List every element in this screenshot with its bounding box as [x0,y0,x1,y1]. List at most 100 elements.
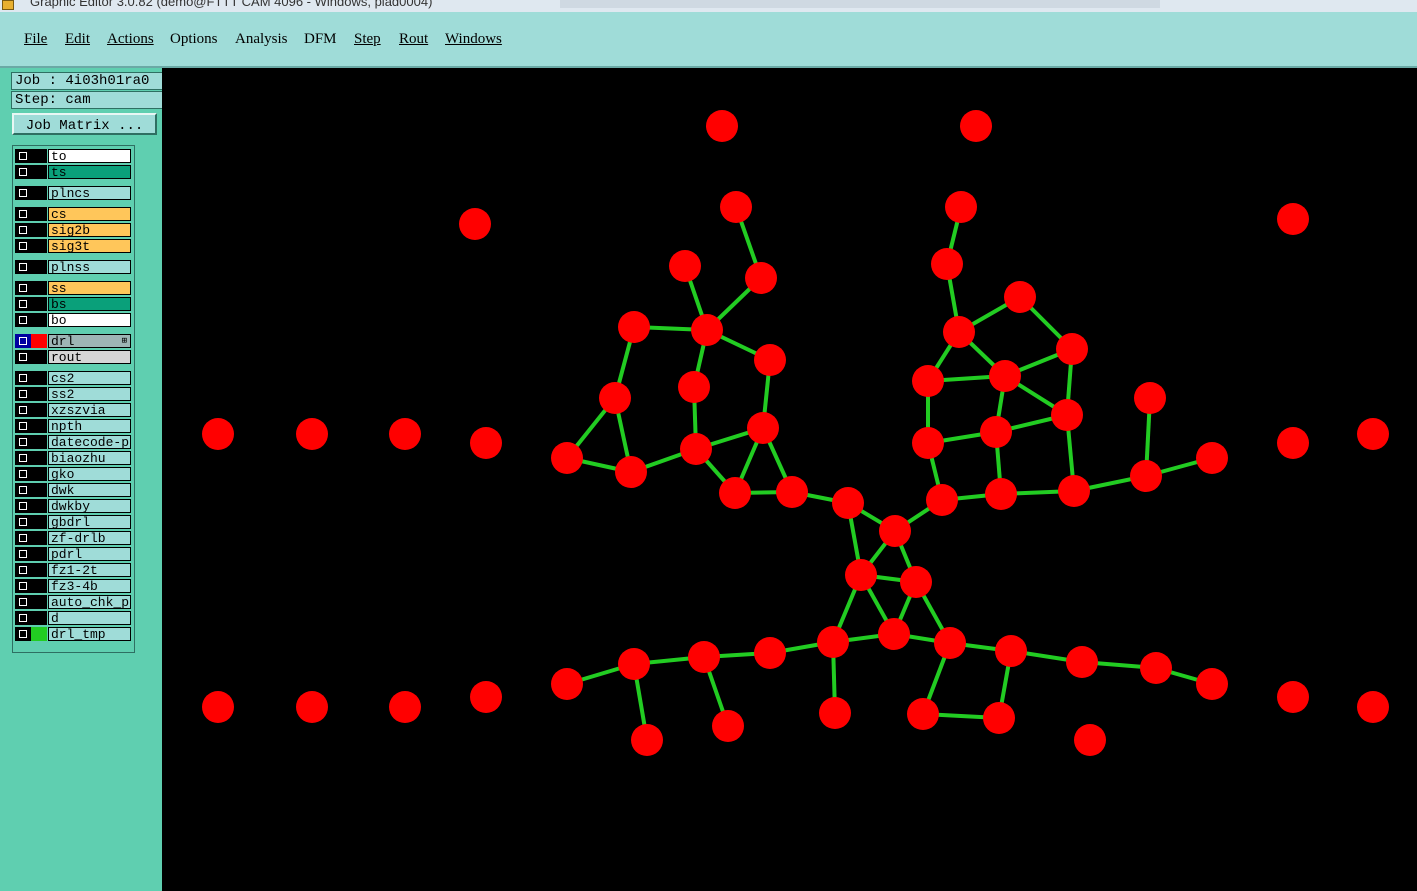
layer-row[interactable]: d [15,611,132,625]
layer-checkbox[interactable] [15,371,31,385]
layer-color-swatch[interactable] [31,165,47,179]
drill-pad[interactable] [989,360,1021,392]
drill-pad[interactable] [1004,281,1036,313]
layer-row[interactable]: fz1-2t [15,563,132,577]
layer-color-swatch[interactable] [31,547,47,561]
drill-pad[interactable] [931,248,963,280]
layer-row[interactable]: cs [15,207,132,221]
drill-pad[interactable] [817,626,849,658]
layer-checkbox[interactable] [15,467,31,481]
layer-name[interactable]: d [48,611,131,625]
layer-row[interactable]: dwkby [15,499,132,513]
drill-pad[interactable] [470,681,502,713]
layer-color-swatch[interactable] [31,483,47,497]
layer-name[interactable]: ss2 [48,387,131,401]
layer-checkbox[interactable] [15,563,31,577]
drill-pad[interactable] [832,487,864,519]
drill-pad[interactable] [754,637,786,669]
layer-name[interactable]: rout [48,350,131,364]
layer-row[interactable]: npth [15,419,132,433]
layer-color-swatch[interactable] [31,350,47,364]
layer-row[interactable]: bs [15,297,132,311]
drill-pad[interactable] [202,691,234,723]
layer-color-swatch[interactable] [31,149,47,163]
layer-color-swatch[interactable] [31,627,47,641]
drill-pad[interactable] [912,427,944,459]
layer-color-swatch[interactable] [31,515,47,529]
layer-color-swatch[interactable] [31,387,47,401]
menu-analysis[interactable]: Analysis [235,31,288,48]
layer-color-swatch[interactable] [31,297,47,311]
menu-step[interactable]: Step [354,31,381,48]
drill-pad[interactable] [1130,460,1162,492]
drill-pad[interactable] [389,418,421,450]
drill-pad[interactable] [678,371,710,403]
drill-pad[interactable] [1134,382,1166,414]
layer-name[interactable]: sig2b [48,223,131,237]
drill-pad[interactable] [1056,333,1088,365]
drill-pad[interactable] [296,691,328,723]
layer-checkbox[interactable] [15,435,31,449]
layer-name[interactable]: ts [48,165,131,179]
layer-name[interactable]: drl ⊞ [48,334,131,348]
drill-pad[interactable] [551,442,583,474]
drill-pad[interactable] [618,648,650,680]
drill-pad[interactable] [983,702,1015,734]
drill-pad[interactable] [900,566,932,598]
graphics-canvas[interactable] [162,68,1417,891]
layer-color-swatch[interactable] [31,611,47,625]
layer-color-swatch[interactable] [31,313,47,327]
layer-name[interactable]: zf-drlb [48,531,131,545]
layer-color-swatch[interactable] [31,499,47,513]
drill-pad[interactable] [618,311,650,343]
layer-checkbox[interactable] [15,186,31,200]
layer-checkbox[interactable] [15,149,31,163]
layer-checkbox[interactable] [15,595,31,609]
layer-color-swatch[interactable] [31,371,47,385]
layer-name[interactable]: sig3t [48,239,131,253]
drill-pad[interactable] [926,484,958,516]
layer-row[interactable]: zf-drlb [15,531,132,545]
drill-pad[interactable] [1058,475,1090,507]
layer-name[interactable]: plncs [48,186,131,200]
drill-pad[interactable] [631,724,663,756]
layer-row[interactable]: auto_chk_pn [15,595,132,609]
drill-pad[interactable] [551,668,583,700]
drill-pad[interactable] [470,427,502,459]
layer-color-swatch[interactable] [31,260,47,274]
drill-pad[interactable] [615,456,647,488]
layer-name[interactable]: gbdrl [48,515,131,529]
layer-checkbox[interactable] [15,239,31,253]
drill-pad[interactable] [719,477,751,509]
layer-name[interactable]: bs [48,297,131,311]
layer-name[interactable]: dwk [48,483,131,497]
layer-name[interactable]: bo [48,313,131,327]
drill-pad[interactable] [712,710,744,742]
drill-pad[interactable] [878,618,910,650]
layer-name[interactable]: plnss [48,260,131,274]
drill-pad[interactable] [995,635,1027,667]
layer-row[interactable]: fz3-4b [15,579,132,593]
layer-checkbox[interactable] [15,260,31,274]
layer-color-swatch[interactable] [31,281,47,295]
layer-row[interactable]: drl ⊞ [15,334,132,348]
layer-row[interactable]: bo [15,313,132,327]
layer-checkbox[interactable] [15,627,31,641]
drill-pad[interactable] [706,110,738,142]
layer-checkbox[interactable] [15,451,31,465]
drill-pad[interactable] [669,250,701,282]
layer-checkbox[interactable] [15,403,31,417]
layer-checkbox[interactable] [15,207,31,221]
menu-windows[interactable]: Windows [445,31,502,48]
layer-color-swatch[interactable] [31,451,47,465]
layer-row[interactable]: plncs [15,186,132,200]
drill-pad[interactable] [1066,646,1098,678]
layer-checkbox[interactable] [15,419,31,433]
layer-checkbox[interactable] [15,499,31,513]
layer-checkbox[interactable] [15,387,31,401]
layer-checkbox[interactable] [15,165,31,179]
drill-pad[interactable] [943,316,975,348]
layer-name[interactable]: npth [48,419,131,433]
layer-name[interactable]: cs [48,207,131,221]
drill-pad[interactable] [1277,203,1309,235]
